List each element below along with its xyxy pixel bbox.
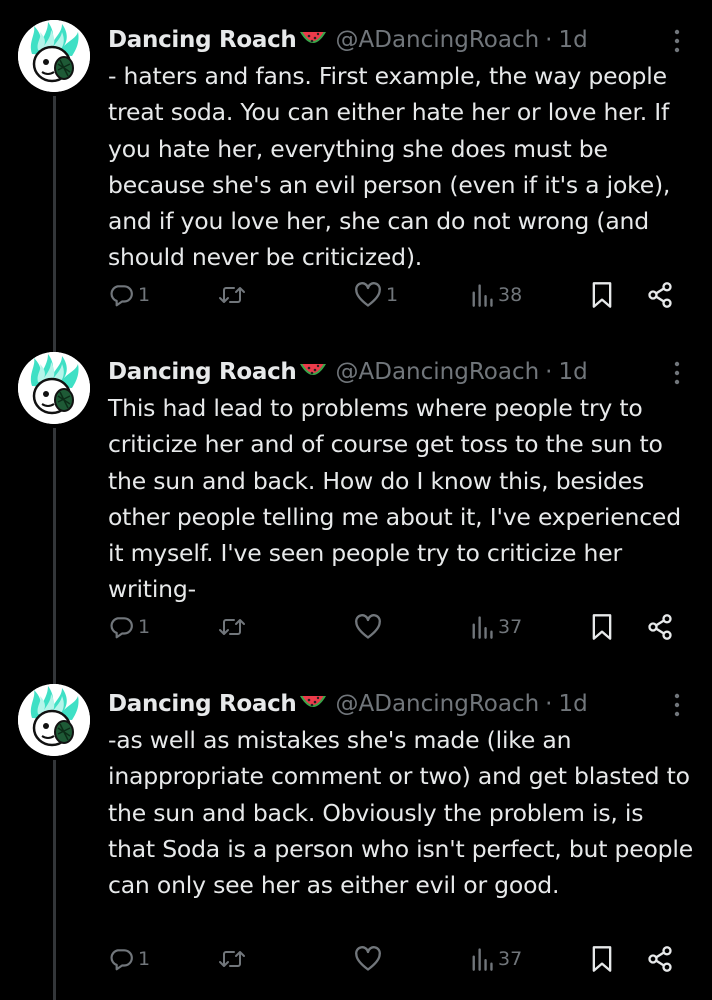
repost-icon (219, 287, 245, 303)
author-name[interactable]: Dancing Roach (108, 691, 297, 717)
reply-icon (110, 285, 133, 307)
tweet[interactable]: Dancing Roach @ADancingRoach · 1d This h… (0, 338, 712, 670)
avatar[interactable] (18, 684, 90, 756)
views-chart-icon (472, 616, 493, 639)
tweet-header: Dancing Roach @ADancingRoach · 1d (108, 684, 588, 724)
author-handle[interactable]: @ADancingRoach (336, 27, 540, 53)
reply-button[interactable]: 1 (108, 278, 150, 312)
like-button[interactable]: 1 (354, 278, 398, 312)
avatar[interactable] (18, 352, 90, 424)
heart-icon (355, 946, 381, 971)
bookmark-button[interactable] (590, 610, 614, 644)
share-button[interactable] (646, 942, 674, 976)
heart-icon (355, 614, 381, 639)
author-name[interactable]: Dancing Roach (108, 27, 297, 53)
tweet-text: This had lead to problems where people t… (108, 394, 681, 604)
like-button[interactable] (354, 610, 386, 644)
action-bar: 1 37 (108, 610, 688, 644)
timestamp[interactable]: 1d (558, 27, 587, 53)
view-count: 37 (498, 616, 523, 638)
like-button[interactable] (354, 942, 386, 976)
tweet-header: Dancing Roach @ADancingRoach · 1d (108, 352, 588, 392)
share-button[interactable] (646, 278, 674, 312)
watermelon-icon (298, 28, 328, 52)
reply-button[interactable]: 1 (108, 610, 150, 644)
repost-button[interactable] (218, 942, 250, 976)
bookmark-icon (592, 946, 612, 972)
watermelon-icon (298, 360, 328, 384)
avatar-image (18, 20, 90, 92)
bookmark-icon (592, 282, 612, 308)
timestamp[interactable]: 1d (558, 691, 587, 717)
share-icon (648, 614, 672, 640)
repost-icon (219, 951, 245, 967)
repost-button[interactable] (218, 278, 250, 312)
separator: · (545, 359, 553, 385)
avatar-image (18, 684, 90, 756)
tweet-text: -as well as mistakes she's made (like an… (108, 726, 693, 900)
repost-button[interactable] (218, 610, 250, 644)
action-bar: 1 37 (108, 942, 688, 976)
view-count: 38 (498, 284, 523, 306)
share-icon (648, 946, 672, 972)
repost-icon (219, 619, 245, 635)
more-vertical-icon[interactable] (672, 692, 682, 718)
author-name[interactable]: Dancing Roach (108, 359, 297, 385)
views-button[interactable]: 38 (470, 278, 522, 312)
like-count: 1 (386, 284, 399, 306)
reply-count: 1 (138, 616, 151, 638)
avatar-image (18, 352, 90, 424)
tweet-text: - haters and fans. First example, the wa… (108, 62, 671, 272)
reply-button[interactable]: 1 (108, 942, 150, 976)
author-handle[interactable]: @ADancingRoach (336, 359, 540, 385)
separator: · (545, 691, 553, 717)
separator: · (545, 27, 553, 53)
author-handle[interactable]: @ADancingRoach (336, 691, 540, 717)
share-button[interactable] (646, 610, 674, 644)
views-chart-icon (472, 948, 493, 971)
share-icon (648, 282, 672, 308)
reply-count: 1 (138, 284, 151, 306)
bookmark-icon (592, 614, 612, 640)
avatar[interactable] (18, 20, 90, 92)
reply-icon (110, 617, 133, 639)
view-count: 37 (498, 948, 523, 970)
more-vertical-icon[interactable] (672, 28, 682, 54)
reply-count: 1 (138, 948, 151, 970)
views-chart-icon (472, 284, 493, 307)
tweet-header: Dancing Roach @ADancingRoach · 1d (108, 20, 588, 60)
timestamp[interactable]: 1d (558, 359, 587, 385)
tweet[interactable]: Dancing Roach @ADancingRoach · 1d -as we… (0, 670, 712, 1000)
tweet[interactable]: Dancing Roach @ADancingRoach · 1d - hate… (0, 6, 712, 338)
watermelon-icon (298, 692, 328, 716)
reply-icon (110, 949, 133, 971)
views-button[interactable]: 37 (470, 610, 522, 644)
bookmark-button[interactable] (590, 942, 614, 976)
heart-icon (355, 282, 381, 307)
more-vertical-icon[interactable] (672, 360, 682, 386)
views-button[interactable]: 37 (470, 942, 522, 976)
bookmark-button[interactable] (590, 278, 614, 312)
action-bar: 1 1 38 (108, 278, 688, 312)
